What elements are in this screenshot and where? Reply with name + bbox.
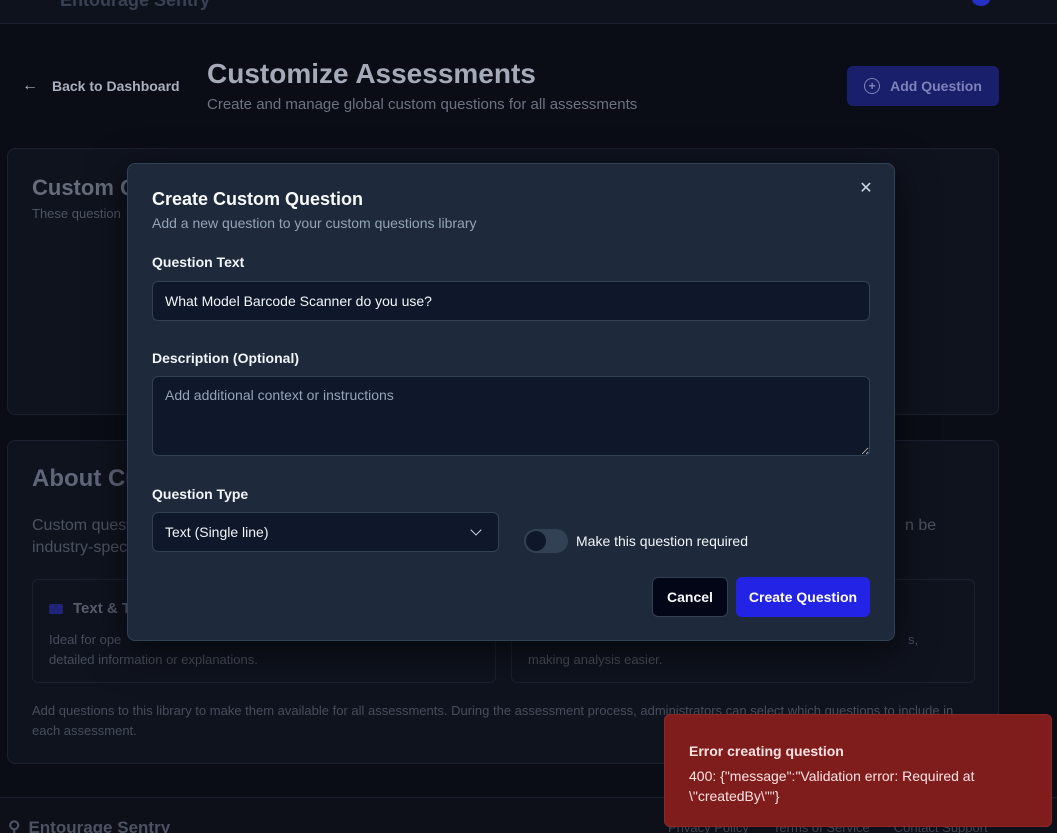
question-text-label: Question Text bbox=[152, 254, 245, 270]
required-toggle[interactable] bbox=[524, 529, 568, 553]
required-toggle-label: Make this question required bbox=[576, 533, 748, 549]
toast-message: 400: {"message":"Validation error: Requi… bbox=[689, 768, 975, 804]
description-textarea[interactable] bbox=[152, 376, 870, 456]
create-question-button[interactable]: Create Question bbox=[736, 577, 870, 617]
footer-brand: Entourage Sentry bbox=[28, 818, 171, 833]
custom-card-subtitle: These question bbox=[32, 206, 121, 221]
question-type-label: Question Type bbox=[152, 486, 249, 502]
toast-title: Error creating question bbox=[689, 743, 844, 759]
about-card-title: About Cu bbox=[32, 465, 140, 492]
back-link-label: Back to Dashboard bbox=[52, 78, 180, 94]
page-title: Customize Assessments bbox=[207, 58, 536, 89]
dialog-description: Add a new question to your custom questi… bbox=[152, 215, 477, 231]
description-label: Description (Optional) bbox=[152, 350, 299, 366]
custom-card-title: Custom Q bbox=[32, 175, 138, 200]
question-text-input[interactable] bbox=[152, 281, 870, 321]
back-to-dashboard-link[interactable]: ← Back to Dashboard bbox=[22, 77, 180, 95]
close-icon[interactable]: ✕ bbox=[856, 178, 876, 198]
toggle-knob bbox=[526, 531, 546, 551]
user-avatar[interactable] bbox=[972, 0, 990, 6]
top-navbar: Entourage Sentry bbox=[0, 0, 1057, 24]
cancel-button[interactable]: Cancel bbox=[652, 577, 728, 617]
question-type-value: Text (Single line) bbox=[165, 524, 269, 540]
error-toast[interactable]: Error creating question 400: {"message":… bbox=[664, 714, 1052, 827]
create-question-dialog: ✕ Create Custom Question Add a new quest… bbox=[127, 163, 895, 641]
arrow-left-icon: ← bbox=[22, 77, 38, 94]
text-lines-icon bbox=[49, 603, 63, 614]
binoculars-icon: ⚲ bbox=[8, 818, 21, 833]
text-type-heading: Text & T bbox=[73, 600, 132, 617]
navbar-brand[interactable]: Entourage Sentry bbox=[60, 0, 210, 11]
add-question-button[interactable]: + Add Question bbox=[847, 66, 999, 106]
question-type-select[interactable]: Text (Single line) bbox=[152, 512, 499, 552]
dialog-title: Create Custom Question bbox=[152, 189, 364, 209]
add-question-label: Add Question bbox=[890, 78, 982, 94]
plus-circle-icon: + bbox=[864, 78, 881, 94]
about-text-right: n be bbox=[905, 517, 937, 534]
chevron-down-icon bbox=[470, 524, 482, 536]
page-subtitle: Create and manage global custom question… bbox=[207, 96, 638, 113]
